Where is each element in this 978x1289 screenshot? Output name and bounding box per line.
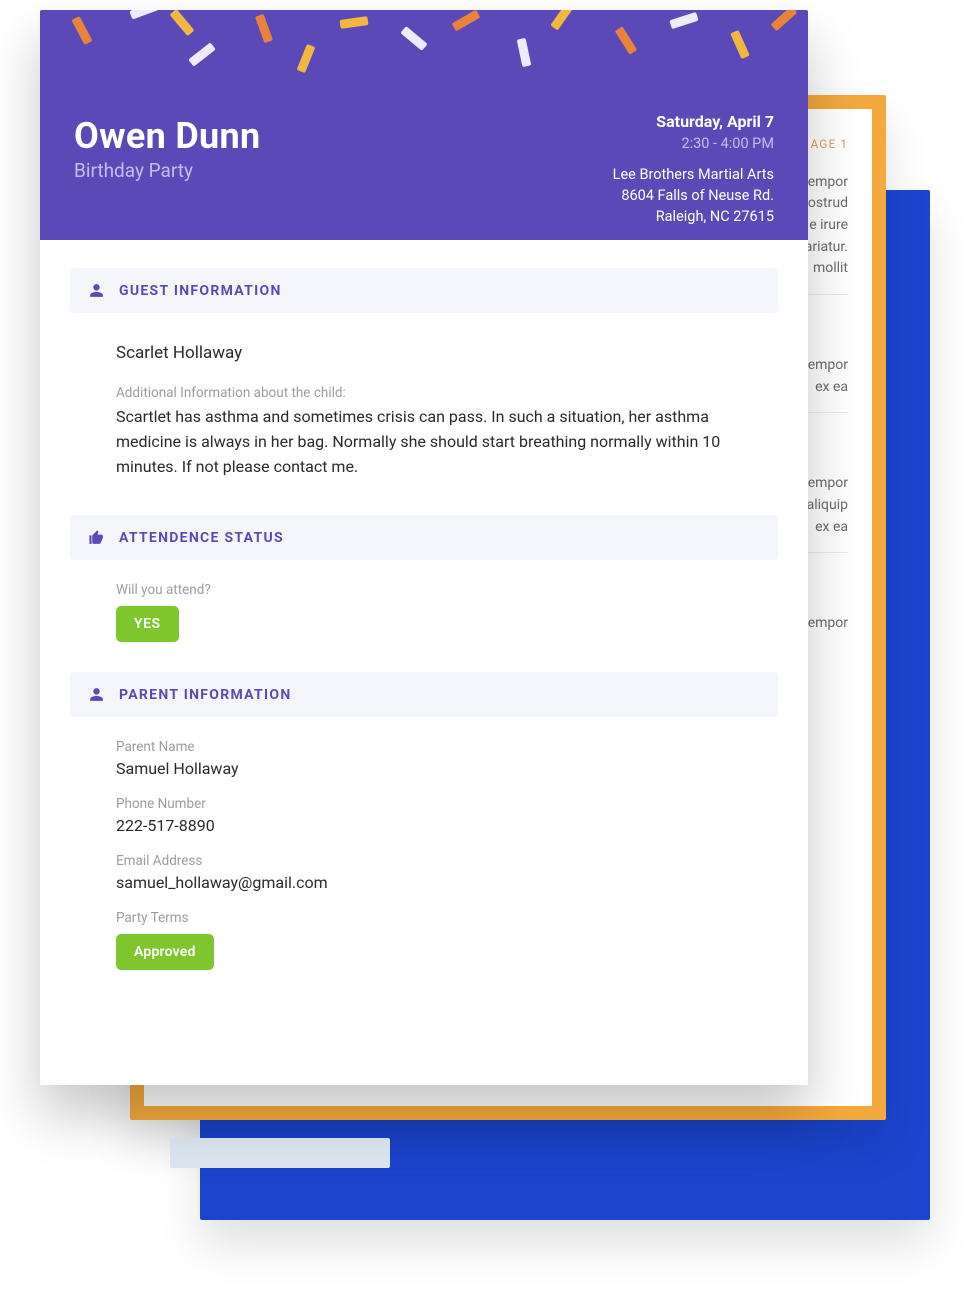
parent-name-value: Samuel Hollaway xyxy=(116,759,758,778)
confetti-icon xyxy=(669,12,698,29)
event-venue: Lee Brothers Martial Arts xyxy=(613,164,774,185)
confetti-icon xyxy=(550,10,573,31)
thumbs-up-icon xyxy=(88,529,105,546)
rsvp-card: Owen Dunn Birthday Party Saturday, April… xyxy=(40,10,808,1085)
party-terms-badge: Approved xyxy=(116,934,214,970)
stage: AGE 1 empor ostrud e irure ariatur. moll… xyxy=(0,0,978,1289)
confetti-icon xyxy=(615,26,637,55)
parent-phone-label: Phone Number xyxy=(116,796,758,812)
confetti-icon xyxy=(129,10,158,20)
section-title: GUEST INFORMATION xyxy=(119,283,282,299)
confetti-icon xyxy=(340,16,369,29)
confetti-icon xyxy=(730,30,750,59)
card-body: GUEST INFORMATION Scarlet Hollaway Addit… xyxy=(40,240,808,1008)
section-content-attendance: Will you attend? YES xyxy=(70,560,778,650)
confetti-icon xyxy=(255,14,273,43)
event-subtitle: Birthday Party xyxy=(74,159,260,182)
additional-info-label: Additional Information about the child: xyxy=(116,385,758,401)
confetti-icon xyxy=(297,44,316,73)
confetti-icon xyxy=(71,16,92,45)
section-title: PARENT INFORMATION xyxy=(119,687,292,703)
person-icon xyxy=(88,282,105,299)
confetti-icon xyxy=(400,26,427,51)
header-left: Owen Dunn Birthday Party xyxy=(74,115,260,182)
additional-info-text: Scartlet has asthma and sometimes crisis… xyxy=(116,405,758,479)
section-header-attendance: ATTENDENCE STATUS xyxy=(70,515,778,560)
section-title: ATTENDENCE STATUS xyxy=(119,530,284,546)
section-header-guest: GUEST INFORMATION xyxy=(70,268,778,313)
background-card-pale xyxy=(170,1138,390,1168)
parent-phone-value: 222-517-8890 xyxy=(116,816,758,835)
parent-name-label: Parent Name xyxy=(116,739,758,755)
event-address-line1: 8604 Falls of Neuse Rd. xyxy=(613,185,774,206)
attendance-answer-badge: YES xyxy=(116,606,179,642)
event-address-line2: Raleigh, NC 27615 xyxy=(613,206,774,227)
confetti-icon xyxy=(170,10,195,36)
party-terms-label: Party Terms xyxy=(116,910,758,926)
person-icon xyxy=(88,686,105,703)
section-content-guest: Scarlet Hollaway Additional Information … xyxy=(70,313,778,505)
event-host-name: Owen Dunn xyxy=(74,115,260,157)
attendance-question: Will you attend? xyxy=(116,582,758,598)
section-content-parent: Parent Name Samuel Hollaway Phone Number… xyxy=(70,717,778,978)
section-header-parent: PARENT INFORMATION xyxy=(70,672,778,717)
guest-name: Scarlet Hollaway xyxy=(116,343,758,363)
confetti-icon xyxy=(517,38,532,67)
card-header: Owen Dunn Birthday Party Saturday, April… xyxy=(40,10,808,240)
parent-email-value: samuel_hollaway@gmail.com xyxy=(116,873,758,892)
event-date: Saturday, April 7 xyxy=(613,110,774,133)
event-time: 2:30 - 4:00 PM xyxy=(613,133,774,154)
confetti-icon xyxy=(188,42,216,66)
parent-email-label: Email Address xyxy=(116,853,758,869)
header-right: Saturday, April 7 2:30 - 4:00 PM Lee Bro… xyxy=(613,110,774,227)
confetti-icon xyxy=(452,10,481,31)
confetti-icon xyxy=(771,10,798,31)
